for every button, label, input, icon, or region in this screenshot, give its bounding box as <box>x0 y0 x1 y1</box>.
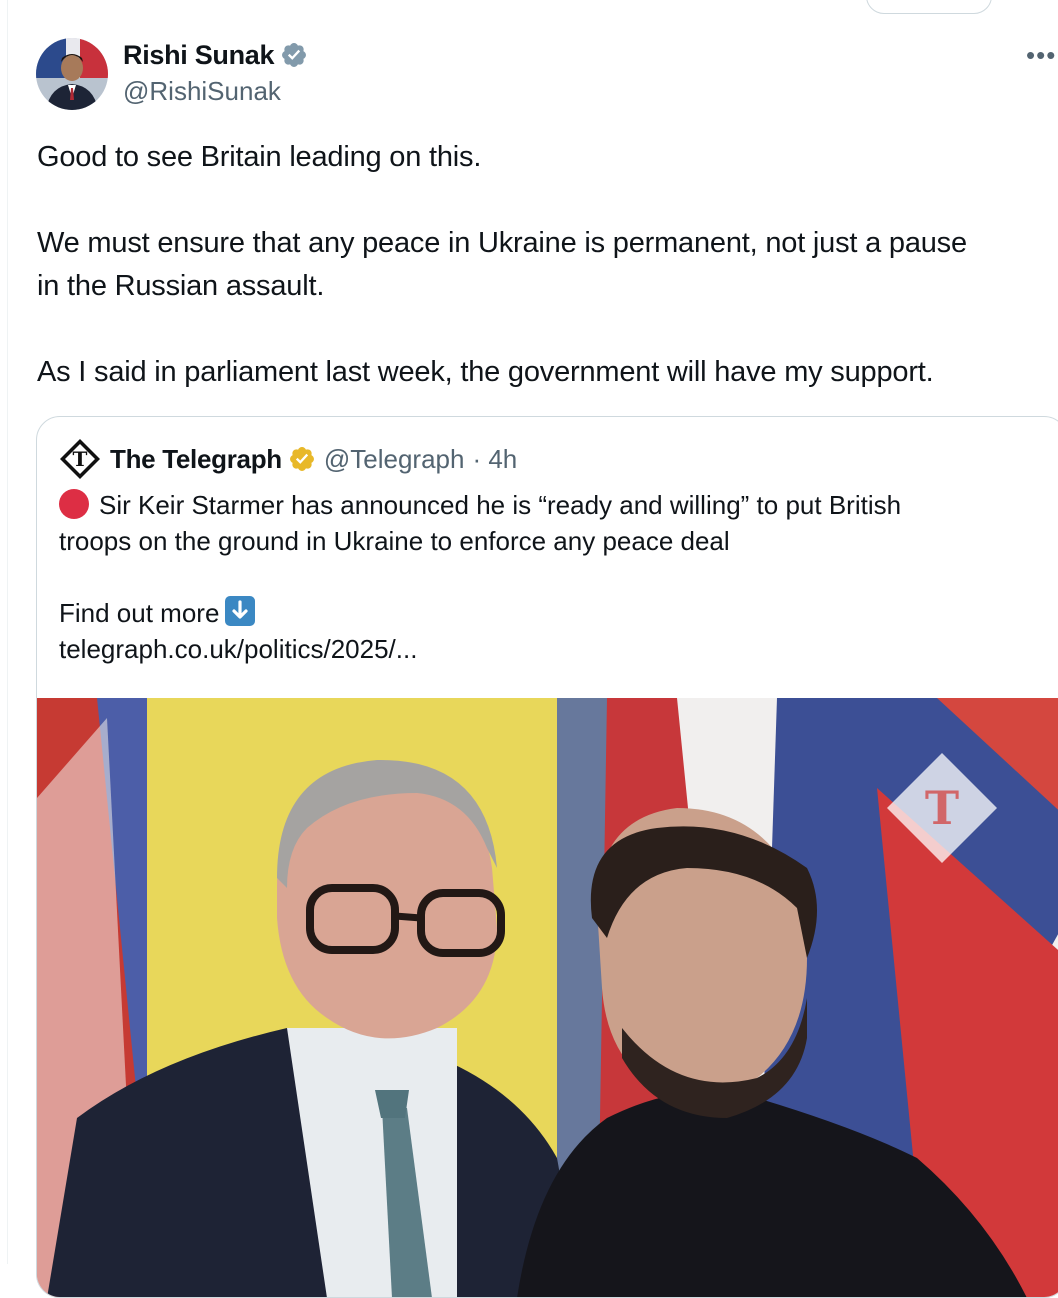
author-handle[interactable]: @RishiSunak <box>123 76 281 107</box>
down-arrow-icon <box>225 596 256 626</box>
red-circle-icon <box>59 489 89 519</box>
svg-text:T: T <box>73 447 88 471</box>
author-name[interactable]: Rishi Sunak <box>123 40 275 71</box>
quoted-tweet-header: T The Telegraph @Telegraph · 4h <box>59 438 517 480</box>
quoted-line: troops on the ground in Ukraine to enfor… <box>59 526 730 556</box>
author-avatar[interactable] <box>36 38 108 110</box>
quoted-tweet-image[interactable]: T <box>37 698 1058 1298</box>
tweet-line: As I said in parliament last week, the g… <box>37 356 934 388</box>
telegraph-logo-icon: T <box>59 438 101 480</box>
timeline-divider <box>7 0 8 1264</box>
verified-badge-icon <box>282 43 307 67</box>
avatar-photo <box>36 38 108 110</box>
quoted-timestamp[interactable]: · 4h <box>472 444 517 475</box>
top-action-button[interactable] <box>866 0 992 14</box>
quoted-tweet-text: Sir Keir Starmer has announced he is “re… <box>59 487 1058 667</box>
quoted-author-name[interactable]: The Telegraph <box>110 444 282 475</box>
tweet-line: We must ensure that any peace in Ukraine… <box>37 227 967 259</box>
quoted-link[interactable]: telegraph.co.uk/politics/2025/... <box>59 631 1058 667</box>
author-name-row[interactable]: Rishi Sunak <box>123 38 308 72</box>
image-watermark: T <box>925 781 959 835</box>
quoted-tweet[interactable]: T The Telegraph @Telegraph · 4h Sir Keir… <box>36 416 1058 1298</box>
quoted-line: Find out more <box>59 595 1058 631</box>
more-horizontal-icon[interactable]: ••• <box>1026 40 1056 71</box>
tweet-line: Good to see Britain leading on this. <box>37 141 482 173</box>
quoted-author-handle[interactable]: @Telegraph <box>324 444 465 475</box>
verified-organization-icon <box>289 447 314 471</box>
tweet-text: Good to see Britain leading on this. We … <box>37 136 1057 394</box>
quoted-line: Sir Keir Starmer has announced he is “re… <box>59 487 1058 523</box>
tweet-line: in the Russian assault. <box>37 270 325 302</box>
